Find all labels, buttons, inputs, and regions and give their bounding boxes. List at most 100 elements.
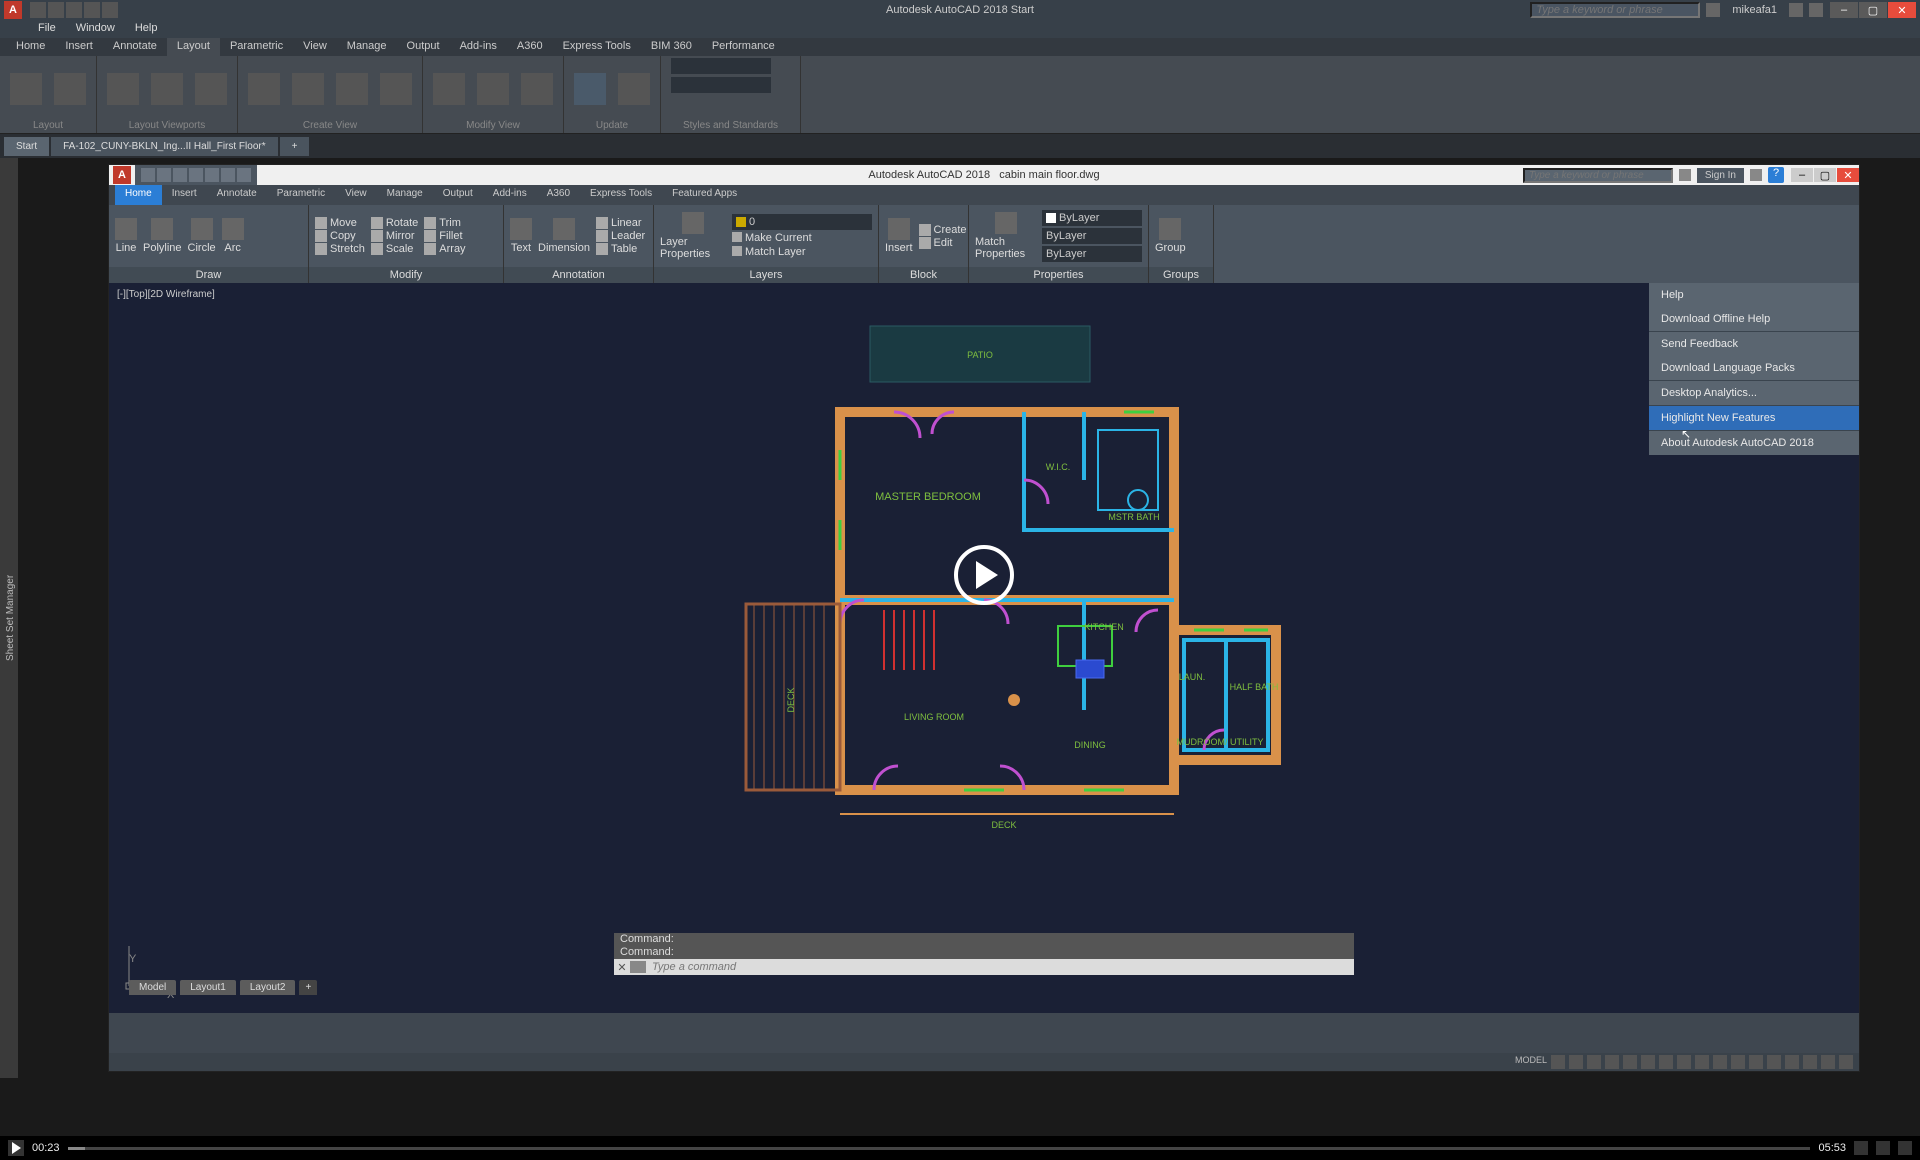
edit-view-icon[interactable] [433,73,465,105]
layout1-tab[interactable]: Layout1 [180,980,236,995]
rect-viewport-icon[interactable] [107,73,139,105]
itab-view[interactable]: View [335,185,377,205]
polyline-button[interactable]: Polyline [143,218,182,254]
add-layout-tab[interactable]: + [299,980,317,995]
user-label[interactable]: mikeafa1 [1726,4,1783,16]
cmd-placeholder[interactable]: Type a command [646,961,736,973]
tab-addins[interactable]: Add-ins [450,38,507,56]
exchange-icon[interactable] [1789,3,1803,17]
tab-bim360[interactable]: BIM 360 [641,38,702,56]
menu-download-offline[interactable]: Download Offline Help [1649,307,1859,331]
customize-icon[interactable] [1839,1055,1853,1069]
scale-button[interactable]: Scale [371,243,418,255]
grid-icon[interactable] [1551,1055,1565,1069]
doc-tab-file[interactable]: FA-102_CUNY-BKLN_Ing...II Hall_First Flo… [51,137,278,156]
inner-search-input[interactable] [1523,168,1673,183]
trim-button[interactable]: Trim [424,217,465,229]
inner-minimize[interactable]: – [1791,168,1813,182]
itab-express[interactable]: Express Tools [580,185,662,205]
leader-button[interactable]: Leader [596,230,645,242]
inner-app-icon[interactable]: A [113,166,131,184]
itab-parametric[interactable]: Parametric [267,185,335,205]
style-dd1[interactable] [671,58,771,74]
qat-redo-icon[interactable] [102,2,118,18]
edit-comp-icon[interactable] [477,73,509,105]
close-button[interactable]: ✕ [1888,2,1916,18]
command-line[interactable]: Command: Command: ✕ Type a command [614,933,1354,975]
lwt-icon[interactable] [1659,1055,1673,1069]
person-icon[interactable] [1679,169,1691,181]
insert-block-button[interactable]: Insert [885,218,913,254]
qat-undo-icon[interactable] [84,2,100,18]
seek-bar[interactable] [68,1147,1811,1150]
panel-draw-label[interactable]: Draw [109,267,308,283]
iqat-undo-icon[interactable] [221,168,235,182]
panel-annotation-label[interactable]: Annotation [504,267,653,283]
tab-performance[interactable]: Performance [702,38,785,56]
transparency-icon[interactable] [1677,1055,1691,1069]
section-icon[interactable] [336,73,368,105]
units-icon[interactable] [1767,1055,1781,1069]
cmd-close-icon[interactable]: ✕ [614,961,630,974]
osnap-icon[interactable] [1623,1055,1637,1069]
text-button[interactable]: Text [510,218,532,254]
qat-open-icon[interactable] [48,2,64,18]
iqat-print-icon[interactable] [205,168,219,182]
isolate-icon[interactable] [1785,1055,1799,1069]
ortho-icon[interactable] [1587,1055,1601,1069]
app-icon[interactable]: A [4,1,22,19]
menu-langpacks[interactable]: Download Language Packs [1649,356,1859,380]
iqat-redo-icon[interactable] [237,168,251,182]
linetype-dropdown[interactable]: ByLayer [1042,228,1142,244]
panel-modify-label[interactable]: Modify [309,267,503,283]
page-setup-icon[interactable] [54,73,86,105]
otrack-icon[interactable] [1641,1055,1655,1069]
menu-help[interactable]: Help [125,20,168,38]
tab-express[interactable]: Express Tools [553,38,641,56]
status-model-label[interactable]: MODEL [1515,1055,1547,1069]
iqat-save-icon[interactable] [173,168,187,182]
volume-icon[interactable] [1854,1141,1868,1155]
minimize-button[interactable]: – [1830,2,1858,18]
makecurrent-button[interactable]: Make Current [732,232,872,244]
update-view-icon[interactable] [618,73,650,105]
linear-button[interactable]: Linear [596,217,645,229]
panel-properties-label[interactable]: Properties [969,267,1148,283]
move-button[interactable]: Move [315,217,365,229]
itab-annotate[interactable]: Annotate [207,185,267,205]
qat-save-icon[interactable] [66,2,82,18]
itab-featured[interactable]: Featured Apps [662,185,747,205]
viewport-label[interactable]: [-][Top][2D Wireframe] [117,289,215,300]
style-dd2[interactable] [671,77,771,93]
color-dropdown[interactable]: ByLayer [1042,210,1142,226]
table-button[interactable]: Table [596,243,645,255]
mirror-button[interactable]: Mirror [371,230,418,242]
signin-icon[interactable] [1706,3,1720,17]
menu-window[interactable]: Window [66,20,125,38]
inner-close[interactable]: ✕ [1837,168,1859,182]
tab-a360[interactable]: A360 [507,38,553,56]
new-layout-icon[interactable] [10,73,42,105]
itab-addins[interactable]: Add-ins [483,185,537,205]
fillet-button[interactable]: Fillet [424,230,465,242]
stretch-button[interactable]: Stretch [315,243,365,255]
tab-parametric[interactable]: Parametric [220,38,293,56]
drawing-canvas[interactable]: [-][Top][2D Wireframe] Help Download Off… [109,283,1859,1013]
create-block-button[interactable]: Create [919,224,967,236]
itab-a360[interactable]: A360 [537,185,580,205]
arc-button[interactable]: Arc [222,218,244,254]
symbol-sketch-icon[interactable] [521,73,553,105]
lock-icon[interactable] [195,73,227,105]
itab-home[interactable]: Home [115,185,162,205]
tab-view[interactable]: View [293,38,337,56]
doc-tab-add[interactable]: + [280,137,310,156]
detail-icon[interactable] [380,73,412,105]
settings-icon[interactable] [1876,1141,1890,1155]
doc-tab-start[interactable]: Start [4,137,49,156]
signin-button[interactable]: Sign In [1697,168,1744,183]
panel-block-label[interactable]: Block [879,267,968,283]
menu-file[interactable]: File [28,20,66,38]
menu-help-item[interactable]: Help [1649,283,1859,307]
layout2-tab[interactable]: Layout2 [240,980,296,995]
copy-button[interactable]: Copy [315,230,365,242]
